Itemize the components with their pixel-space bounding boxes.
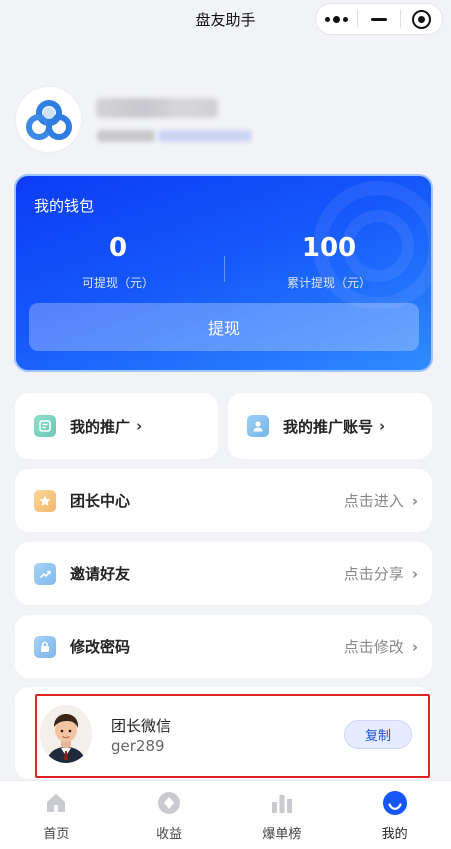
wallet-title: 我的钱包 (34, 197, 95, 215)
tab-bar: 首页 收益 爆单榜 我的 (0, 780, 451, 849)
tab-mine[interactable]: 我的 (338, 781, 451, 849)
total-label: 累计提现（元） (286, 276, 371, 290)
change-password-row[interactable]: 修改密码 点击修改 › (15, 615, 432, 678)
user-info-blurred (158, 130, 252, 142)
withdraw-button[interactable]: 提现 (29, 303, 419, 351)
invite-friends-label: 邀请好友 (70, 565, 131, 583)
tab-hot-list[interactable]: 爆单榜 (226, 781, 339, 849)
target-close-icon (411, 9, 431, 29)
close-button[interactable] (401, 4, 442, 34)
available-value: 0 (108, 233, 128, 263)
top-bar: 盘友助手 (0, 0, 451, 38)
account-person-icon (247, 415, 269, 437)
chevron-right-icon: › (411, 637, 418, 656)
change-password-action[interactable]: 点击修改 › (344, 615, 418, 678)
leader-avatar (40, 705, 92, 763)
leader-center-action-label: 点击进入 (343, 492, 404, 510)
invite-friends-action-label: 点击分享 (343, 565, 404, 583)
change-password-action-label: 点击修改 (343, 638, 404, 656)
change-password-label: 修改密码 (70, 638, 131, 656)
profile-icon (382, 790, 408, 816)
tab-home-label: 首页 (43, 827, 70, 842)
minimize-icon (370, 17, 387, 21)
total-withdrawn: 100 累计提现（元） (229, 231, 429, 291)
tab-home[interactable]: 首页 (0, 781, 113, 849)
leader-wechat-label: 团长微信 (111, 717, 172, 735)
star-icon (34, 489, 56, 512)
chevron-right-icon: › (379, 417, 386, 435)
wallet-card: 我的钱包 0 可提现（元） 100 累计提现（元） 提现 (14, 174, 433, 372)
panyou-logo-icon (25, 99, 72, 140)
tab-earnings[interactable]: 收益 (113, 781, 226, 849)
mini-program-capsule (315, 3, 443, 35)
leader-center-label: 团长中心 (70, 492, 131, 510)
my-promo-account-card[interactable]: 我的推广账号 › (228, 393, 432, 459)
share-arrow-icon (34, 562, 56, 585)
wallet-divider (224, 256, 225, 282)
leader-center-action[interactable]: 点击进入 › (344, 469, 418, 532)
my-promotion-card[interactable]: 我的推广 › (15, 393, 218, 459)
promotion-doc-icon (34, 415, 56, 437)
user-id-blurred (97, 130, 155, 142)
bar-chart-icon (269, 790, 295, 816)
home-icon (43, 790, 69, 816)
leader-center-row[interactable]: 团长中心 点击进入 › (15, 469, 432, 532)
minimize-button[interactable] (358, 4, 399, 34)
available-balance: 0 可提现（元） (18, 231, 218, 291)
chevron-right-icon: › (411, 491, 418, 510)
invite-friends-row[interactable]: 邀请好友 点击分享 › (15, 542, 432, 605)
lock-icon (34, 635, 56, 658)
chevron-right-icon: › (411, 564, 418, 583)
user-name-blurred (96, 98, 218, 118)
copy-button[interactable]: 复制 (344, 720, 412, 749)
invite-friends-action[interactable]: 点击分享 › (344, 542, 418, 605)
leader-wechat-id: ger289 (111, 737, 165, 755)
more-dots-icon (325, 15, 349, 23)
tab-mine-label: 我的 (381, 827, 408, 842)
more-button[interactable] (316, 4, 357, 34)
tab-earnings-label: 收益 (156, 827, 183, 842)
user-avatar[interactable] (15, 86, 82, 153)
available-label: 可提现（元） (81, 276, 154, 290)
chevron-right-icon: › (136, 417, 143, 435)
tab-hot-list-label: 爆单榜 (262, 827, 302, 842)
my-promotion-label: 我的推广 (70, 417, 131, 436)
earnings-icon (156, 790, 182, 816)
my-promo-account-label: 我的推广账号 (283, 417, 374, 436)
total-value: 100 (301, 233, 357, 263)
